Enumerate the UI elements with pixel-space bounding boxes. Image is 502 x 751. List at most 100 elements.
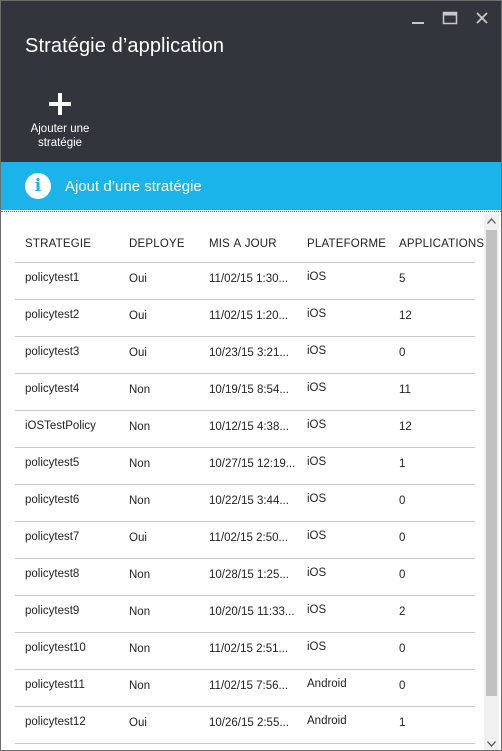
cell-policy-name: policytest2 <box>25 309 80 321</box>
maximize-button[interactable] <box>441 9 459 27</box>
cell-applications: 2 <box>399 606 406 618</box>
cell-applications: 0 <box>399 643 406 655</box>
close-icon <box>476 12 488 24</box>
cell-deployed: Non <box>129 643 151 655</box>
cell-policy-name: policytest1 <box>25 272 80 284</box>
grid-body: policytest1 Oui 11/02/15 1:30... iOS 5 policy… <box>15 263 475 744</box>
add-policy-button[interactable]: Ajouter une stratégie <box>23 93 97 150</box>
cell-updated: 11/02/15 1:20... <box>209 310 289 322</box>
cell-platform: Android <box>307 678 347 690</box>
cell-deployed: Oui <box>129 310 147 322</box>
cell-platform: iOS <box>307 456 327 468</box>
page-title: Stratégie d’application <box>25 35 225 57</box>
table-row[interactable]: policytest7 Oui 11/02/15 2:50... iOS 0 <box>15 522 475 559</box>
cell-policy-name: policytest3 <box>25 346 80 358</box>
column-header-applications[interactable]: APPLICATIONS <box>399 238 489 250</box>
cell-platform: iOS <box>307 308 327 320</box>
policy-blade: Stratégie d’application Ajouter une stra… <box>0 0 502 751</box>
cell-deployed: Oui <box>129 717 147 729</box>
cell-applications: 0 <box>399 680 406 692</box>
table-row[interactable]: policytest12 Oui 10/26/15 2:55... Android 1 <box>15 707 475 744</box>
table-row[interactable]: policytest11 Non 11/02/15 7:56... Android 0 <box>15 670 475 707</box>
cell-policy-name: policytest12 <box>25 716 86 728</box>
scroll-up-button[interactable] <box>484 214 499 228</box>
cell-policy-name: policytest6 <box>25 494 80 506</box>
scrollbar-thumb[interactable] <box>486 230 497 696</box>
cell-applications: 12 <box>399 421 412 433</box>
cell-policy-name: policytest5 <box>25 457 80 469</box>
cell-policy-name: policytest11 <box>25 679 85 691</box>
cell-updated: 11/02/15 7:56... <box>209 680 289 692</box>
vertical-scrollbar[interactable] <box>484 214 499 750</box>
column-header-policy[interactable]: STRATÉGIE <box>25 238 125 250</box>
column-header-deployed[interactable]: DÉPLOYÉ <box>129 238 205 250</box>
cell-updated: 10/26/15 2:55... <box>209 717 289 729</box>
cell-policy-name: policytest8 <box>25 568 80 580</box>
table-row[interactable]: policytest5 Non 10/27/15 12:19... iOS 1 <box>15 448 475 485</box>
cell-deployed: Non <box>129 495 151 507</box>
chevron-up-icon <box>487 218 496 224</box>
info-icon: i <box>25 173 51 199</box>
add-policy-notification[interactable]: i Ajout d’une stratégie <box>1 162 501 210</box>
cell-updated: 10/28/15 1:25... <box>209 569 289 581</box>
cell-updated: 10/20/15 11:33... <box>209 606 295 618</box>
policy-grid: STRATÉGIE DÉPLOYÉ MIS À JOUR PLATEFORME … <box>15 212 484 744</box>
cell-policy-name: policytest9 <box>25 605 80 617</box>
cell-policy-name: policytest4 <box>25 383 80 395</box>
chevron-down-icon <box>487 741 496 747</box>
cell-applications: 11 <box>399 384 411 396</box>
cell-updated: 11/02/15 1:30... <box>209 273 289 285</box>
cell-deployed: Non <box>129 384 151 396</box>
cell-platform: iOS <box>307 641 327 653</box>
cell-applications: 12 <box>399 310 412 322</box>
cell-policy-name: policytest7 <box>25 531 80 543</box>
cell-policy-name: iOSTestPolicy <box>25 420 96 432</box>
table-row[interactable]: policytest2 Oui 11/02/15 1:20... iOS 12 <box>15 300 475 337</box>
table-row[interactable]: policytest4 Non 10/19/15 8:54... iOS 11 <box>15 374 475 411</box>
table-row[interactable]: policytest6 Non 10/22/15 3:44... iOS 0 <box>15 485 475 522</box>
cell-deployed: Non <box>129 458 151 470</box>
cell-applications: 0 <box>399 347 406 359</box>
add-policy-label: Ajouter une stratégie <box>30 123 90 149</box>
table-row[interactable]: policytest9 Non 10/20/15 11:33... iOS 2 <box>15 596 475 633</box>
cell-applications: 0 <box>399 569 406 581</box>
cell-platform: iOS <box>307 567 327 579</box>
cell-updated: 11/02/15 2:51... <box>209 643 289 655</box>
scroll-down-button[interactable] <box>484 737 499 750</box>
column-header-platform[interactable]: PLATEFORME <box>307 238 393 250</box>
cell-applications: 0 <box>399 495 406 507</box>
minimize-icon <box>412 22 424 24</box>
table-row[interactable]: policytest10 Non 11/02/15 2:51... iOS 0 <box>15 633 475 670</box>
cell-platform: iOS <box>307 345 327 357</box>
cell-updated: 10/19/15 8:54... <box>209 384 289 396</box>
plus-icon <box>49 93 71 115</box>
cell-applications: 1 <box>399 717 406 729</box>
table-row[interactable]: policytest1 Oui 11/02/15 1:30... iOS 5 <box>15 263 475 300</box>
cell-platform: iOS <box>307 419 327 431</box>
cell-deployed: Oui <box>129 273 147 285</box>
cell-deployed: Oui <box>129 347 147 359</box>
cell-deployed: Non <box>129 680 151 692</box>
cell-applications: 5 <box>399 273 406 285</box>
grid-header: STRATÉGIE DÉPLOYÉ MIS À JOUR PLATEFORME … <box>15 212 484 263</box>
cell-deployed: Non <box>129 606 151 618</box>
table-row[interactable]: policytest8 Non 10/28/15 1:25... iOS 0 <box>15 559 475 596</box>
blade-header: Stratégie d’application Ajouter une stra… <box>1 1 501 162</box>
cell-policy-name: policytest10 <box>25 642 86 654</box>
cell-platform: Android <box>307 715 347 727</box>
table-row[interactable]: iOSTestPolicy Non 10/12/15 4:38... iOS 12 <box>15 411 475 448</box>
cell-deployed: Non <box>129 569 151 581</box>
policy-list-panel: STRATÉGIE DÉPLOYÉ MIS À JOUR PLATEFORME … <box>1 211 501 750</box>
cell-applications: 0 <box>399 532 406 544</box>
window-controls <box>409 9 491 27</box>
cell-platform: iOS <box>307 493 327 505</box>
cell-updated: 11/02/15 2:50... <box>209 532 289 544</box>
column-header-updated[interactable]: MIS À JOUR <box>209 238 301 250</box>
minimize-button[interactable] <box>409 9 427 27</box>
close-button[interactable] <box>473 9 491 27</box>
cell-platform: iOS <box>307 604 327 616</box>
cell-deployed: Non <box>129 421 151 433</box>
notification-text: Ajout d’une stratégie <box>65 177 202 195</box>
cell-updated: 10/27/15 12:19... <box>209 458 296 470</box>
table-row[interactable]: policytest3 Oui 10/23/15 3:21... iOS 0 <box>15 337 475 374</box>
